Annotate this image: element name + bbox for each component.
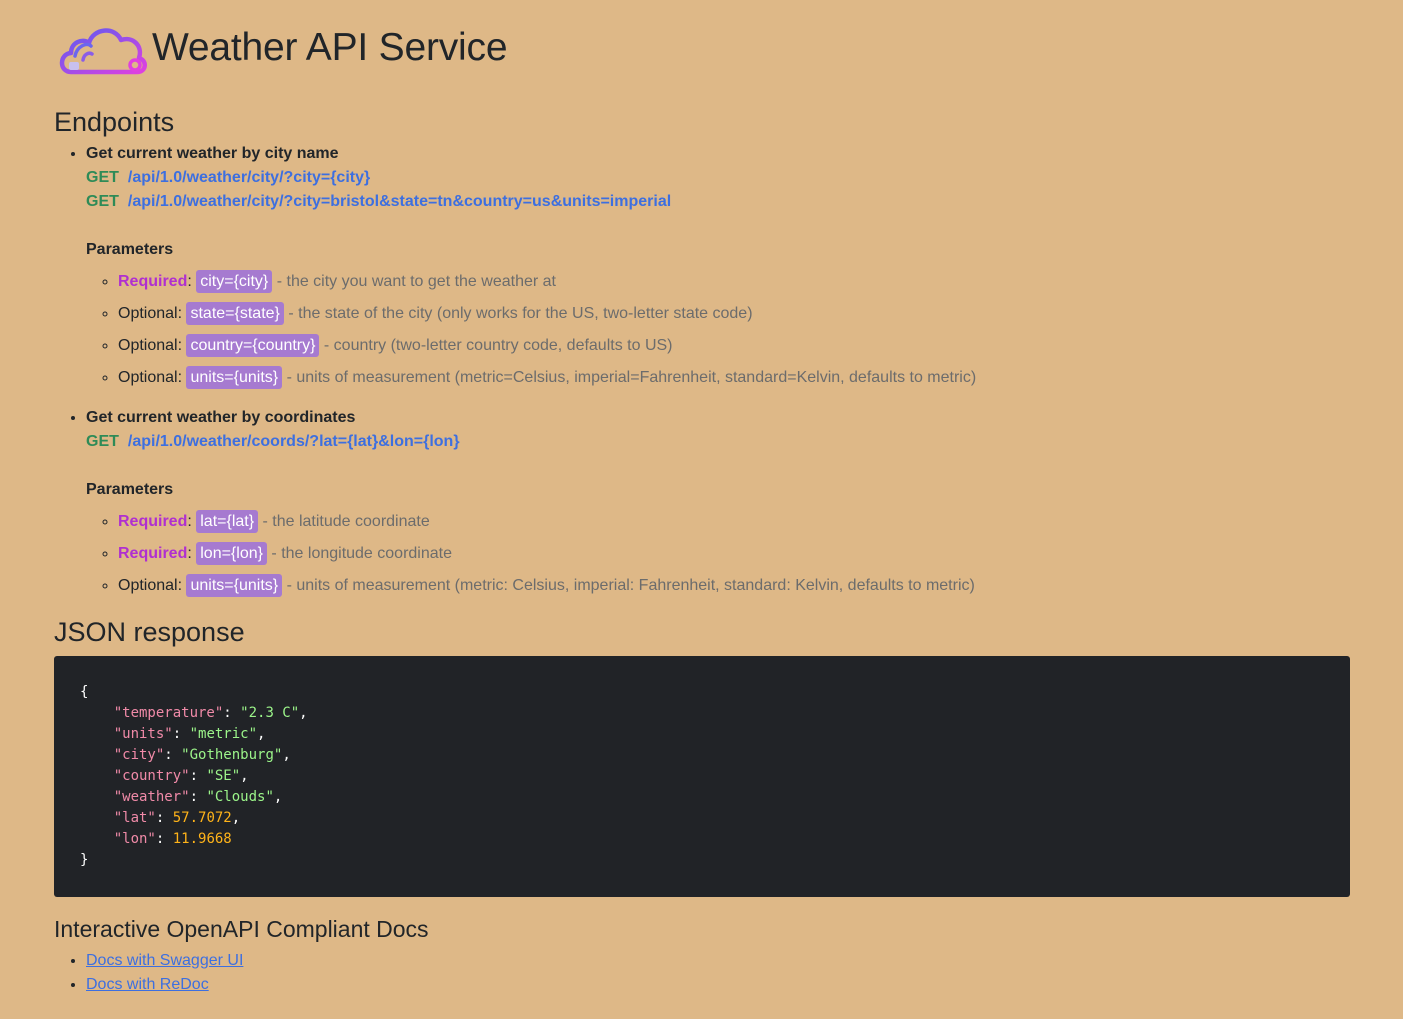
endpoint-path[interactable]: /api/1.0/weather/coords/?lat={lat}&lon={… bbox=[128, 433, 460, 450]
swagger-docs-link[interactable]: Docs with Swagger UI bbox=[86, 952, 243, 969]
page-header: Weather API Service bbox=[54, 0, 1350, 96]
param-description: - the state of the city (only works for … bbox=[288, 305, 753, 322]
docs-heading: Interactive OpenAPI Compliant Docs bbox=[54, 916, 429, 942]
json-line: "temperature": "2.3 C", bbox=[113, 705, 308, 721]
parameters-list: Required: city={city} - the city you wan… bbox=[86, 266, 1350, 394]
route: GET/api/1.0/weather/city/?city={city} bbox=[86, 166, 1350, 190]
endpoint-coords: Get current weather by coordinates GET/a… bbox=[86, 406, 1350, 602]
param-level: Required bbox=[118, 273, 188, 290]
param-level: Optional bbox=[118, 305, 178, 322]
param-description: - units of measurement (metric=Celsius, … bbox=[286, 369, 977, 386]
endpoint-title: Get current weather by city name bbox=[86, 145, 339, 162]
json-code-block: { "temperature": "2.3 C", "units": "metr… bbox=[54, 656, 1350, 897]
json-line: "units": "metric", bbox=[113, 726, 266, 742]
http-method: GET bbox=[86, 193, 119, 210]
json-line: "lat": 57.7072, bbox=[113, 810, 241, 826]
list-item: Docs with Swagger UI bbox=[86, 949, 1350, 973]
parameter-item: Optional: country={country} - country (t… bbox=[118, 330, 1350, 362]
param-description: - the longitude coordinate bbox=[271, 545, 452, 562]
json-line: "city": "Gothenburg", bbox=[113, 747, 291, 763]
param-level: Required bbox=[118, 513, 188, 530]
param-description: - the city you want to get the weather a… bbox=[276, 273, 556, 290]
parameters-heading: Parameters bbox=[86, 481, 174, 498]
cloud-wifi-icon bbox=[59, 28, 147, 75]
docs-links-list: Docs with Swagger UI Docs with ReDoc bbox=[54, 949, 1350, 997]
redoc-docs-link[interactable]: Docs with ReDoc bbox=[86, 976, 209, 993]
endpoints-heading: Endpoints bbox=[54, 107, 175, 137]
param-name-badge: units={units} bbox=[186, 574, 283, 597]
parameter-item: Optional: state={state} - the state of t… bbox=[118, 298, 1350, 330]
endpoint-path[interactable]: /api/1.0/weather/city/?city={city} bbox=[128, 169, 370, 186]
param-name-badge: country={country} bbox=[186, 334, 320, 357]
endpoint-city: Get current weather by city name GET/api… bbox=[86, 142, 1350, 394]
param-level: Optional bbox=[118, 337, 178, 354]
json-line: "weather": "Clouds", bbox=[113, 789, 283, 805]
param-level: Optional bbox=[118, 369, 178, 386]
param-description: - the latitude coordinate bbox=[262, 513, 430, 530]
param-description: - units of measurement (metric: Celsius,… bbox=[286, 577, 975, 594]
parameter-item: Required: lon={lon} - the longitude coor… bbox=[118, 538, 1350, 570]
route: GET/api/1.0/weather/coords/?lat={lat}&lo… bbox=[86, 430, 1350, 454]
parameter-item: Optional: units={units} - units of measu… bbox=[118, 362, 1350, 394]
http-method: GET bbox=[86, 433, 119, 450]
json-line: "country": "SE", bbox=[113, 768, 249, 784]
json-brace-open: { bbox=[80, 684, 89, 700]
endpoint-path[interactable]: /api/1.0/weather/city/?city=bristol&stat… bbox=[128, 193, 671, 210]
param-name-badge: lon={lon} bbox=[196, 542, 267, 565]
param-description: - country (two-letter country code, defa… bbox=[323, 337, 673, 354]
parameter-item: Required: lat={lat} - the latitude coord… bbox=[118, 506, 1350, 538]
parameter-item: Required: city={city} - the city you wan… bbox=[118, 266, 1350, 298]
json-response-heading: JSON response bbox=[54, 617, 245, 647]
page-title: Weather API Service bbox=[152, 26, 508, 69]
param-name-badge: city={city} bbox=[196, 270, 273, 293]
parameter-item: Optional: units={units} - units of measu… bbox=[118, 570, 1350, 602]
param-level: Required bbox=[118, 545, 188, 562]
json-line: "lon": 11.9668 bbox=[113, 831, 232, 847]
route: GET/api/1.0/weather/city/?city=bristol&s… bbox=[86, 190, 1350, 214]
parameters-heading: Parameters bbox=[86, 241, 174, 258]
list-item: Docs with ReDoc bbox=[86, 973, 1350, 997]
param-name-badge: lat={lat} bbox=[196, 510, 259, 533]
endpoints-list: Get current weather by city name GET/api… bbox=[54, 142, 1350, 602]
json-brace-close: } bbox=[80, 852, 89, 868]
http-method: GET bbox=[86, 169, 119, 186]
page: Weather API Service Endpoints Get curren… bbox=[54, 0, 1350, 997]
param-name-badge: units={units} bbox=[186, 366, 283, 389]
param-name-badge: state={state} bbox=[186, 302, 284, 325]
endpoint-title: Get current weather by coordinates bbox=[86, 409, 356, 426]
parameters-list: Required: lat={lat} - the latitude coord… bbox=[86, 506, 1350, 602]
param-level: Optional bbox=[118, 577, 178, 594]
